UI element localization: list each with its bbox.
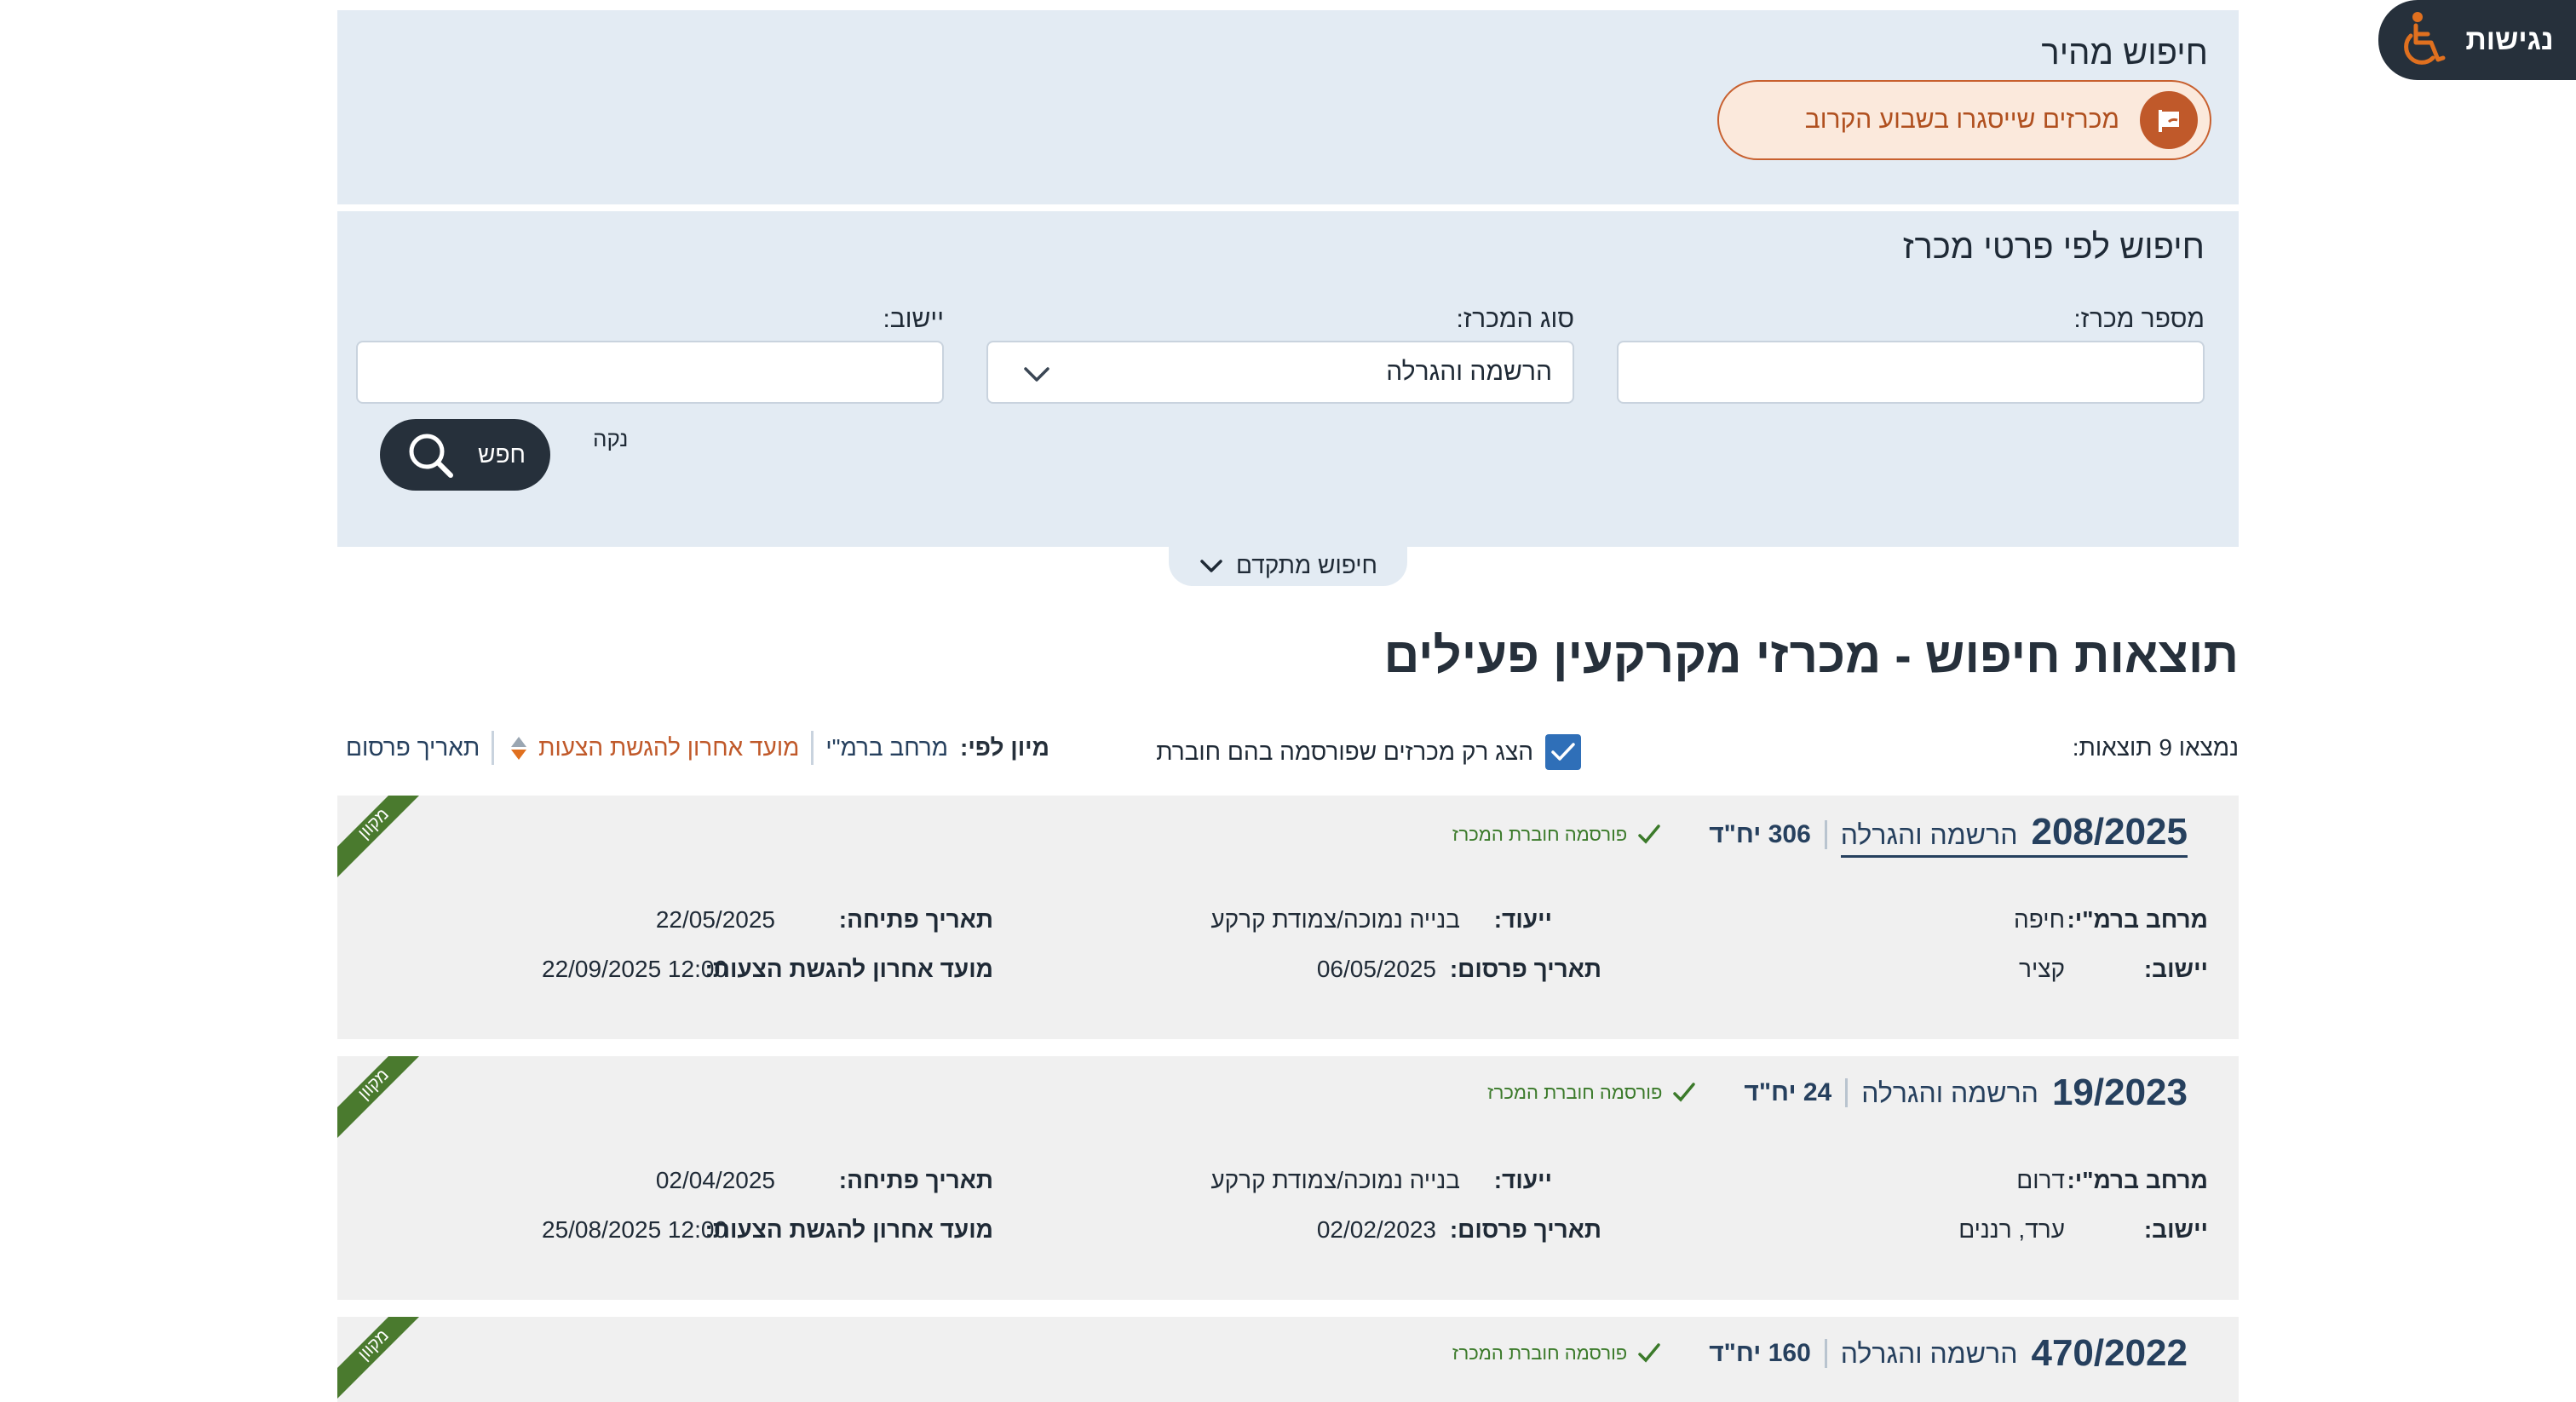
- megaphone-icon: [2159, 110, 2179, 132]
- sort-option-region[interactable]: מרחב ברמ"י: [825, 734, 948, 761]
- tender-card: מקוון 208/2025 הרשמה והגרלה 306 יח"ד פור…: [337, 796, 2239, 1039]
- results-title: תוצאות חיפוש - מכרזי מקרקעין פעילים: [1383, 628, 2239, 683]
- tender-card-header: 19/2023 הרשמה והגרלה 24 יח"ד פורסמה חובר…: [1487, 1072, 2188, 1114]
- tender-units: 160 יח"ד: [1709, 1339, 1827, 1368]
- settlement-value: ערד, רננים: [1958, 1216, 2065, 1243]
- accessibility-button[interactable]: נגישות: [2378, 0, 2576, 80]
- quick-search-panel: חיפוש מהיר מכרזים שייסגרו בשבוע הקרוב: [337, 10, 2239, 204]
- deadline-label: מועד אחרון להגשת הצעות:: [704, 956, 993, 982]
- results-count: נמצאו 9 תוצאות:: [2072, 734, 2239, 761]
- deadline-value: 12:00 25/08/2025: [542, 1216, 727, 1243]
- chevron-down-icon: [1024, 367, 1049, 382]
- tender-units: 24 יח"ד: [1744, 1078, 1849, 1107]
- settlement-label: יישוב:: [2143, 1216, 2208, 1243]
- tender-card: מקוון 19/2023 הרשמה והגרלה 24 יח"ד פורסמ…: [337, 1056, 2239, 1300]
- closing-soon-label: מכרזים שייסגרו בשבוע הקרוב: [1804, 106, 2119, 134]
- booklet-filter-checkbox[interactable]: הצג רק מכרזים שפורסמה בהם חוברת: [1156, 734, 1581, 770]
- checkmark-icon: [1638, 824, 1660, 844]
- tender-number[interactable]: 208/2025: [2031, 811, 2188, 853]
- detail-search-title: חיפוש לפי פרטי מכרז: [1902, 228, 2205, 266]
- checkmark-icon: [1638, 1343, 1660, 1363]
- tender-type-value: הרשמה והגרלה: [1386, 358, 1552, 386]
- tender-type-label: סוג המכרז:: [1456, 305, 1574, 333]
- purpose-value: בנייה נמוכה/צמודת קרקע: [1210, 906, 1460, 933]
- chevron-down-icon: [1200, 560, 1222, 572]
- open-date-label: תאריך פתיחה:: [838, 906, 993, 933]
- publish-date-value: 02/02/2023: [1316, 1216, 1436, 1243]
- detail-search-panel: חיפוש לפי פרטי מכרז מספר מכרז: סוג המכרז…: [337, 211, 2239, 547]
- search-button-label: חפש: [478, 441, 526, 468]
- tender-units: 306 יח"ד: [1709, 819, 1827, 849]
- purpose-label: ייעוד:: [1493, 906, 1552, 933]
- advanced-search-label: חיפוש מתקדם: [1236, 552, 1377, 578]
- open-date-label: תאריך פתיחה:: [838, 1167, 993, 1193]
- open-date-value: 22/05/2025: [655, 906, 775, 933]
- publish-date-value: 06/05/2025: [1316, 956, 1436, 982]
- settlement-value: קציר: [2018, 956, 2065, 982]
- settlement-label: יישוב:: [883, 305, 944, 333]
- tender-number[interactable]: 19/2023: [2052, 1072, 2188, 1114]
- tender-type[interactable]: הרשמה והגרלה: [1861, 1077, 2038, 1109]
- region-label: מרחב ברמ"י:: [2067, 1167, 2208, 1193]
- checkmark-icon: [1551, 743, 1575, 761]
- tender-type[interactable]: הרשמה והגרלה: [1841, 819, 2018, 851]
- published-booklet-badge: פורסמה חוברת המכרז: [1452, 1342, 1661, 1365]
- settlement-input[interactable]: [356, 341, 944, 404]
- region-label: מרחב ברמ"י:: [2067, 906, 2208, 933]
- tender-card: מקוון 470/2022 הרשמה והגרלה 160 יח"ד פור…: [337, 1317, 2239, 1402]
- checkmark-icon: [1673, 1083, 1696, 1102]
- deadline-value: 12:00 22/09/2025: [542, 956, 727, 982]
- quick-search-title: חיפוש מהיר: [2041, 34, 2208, 72]
- wheelchair-icon: [2404, 12, 2446, 65]
- online-ribbon: מקוון: [337, 796, 419, 877]
- sort-arrows-icon[interactable]: [511, 736, 527, 760]
- tender-type-select[interactable]: הרשמה והגרלה: [986, 341, 1574, 404]
- booklet-filter-label: הצג רק מכרזים שפורסמה בהם חוברת: [1156, 738, 1533, 765]
- tender-type[interactable]: הרשמה והגרלה: [1841, 1338, 2018, 1370]
- tender-card-header: 208/2025 הרשמה והגרלה 306 יח"ד פורסמה חו…: [1452, 811, 2188, 858]
- region-value: דרום: [2016, 1167, 2065, 1193]
- online-ribbon: מקוון: [337, 1056, 419, 1138]
- advanced-search-toggle[interactable]: חיפוש מתקדם: [1169, 545, 1407, 586]
- tender-link[interactable]: 208/2025 הרשמה והגרלה: [1840, 811, 2188, 858]
- deadline-label: מועד אחרון להגשת הצעות:: [704, 1216, 993, 1243]
- checkbox-checked[interactable]: [1545, 734, 1581, 770]
- closing-soon-button[interactable]: מכרזים שייסגרו בשבוע הקרוב: [1717, 80, 2211, 160]
- accessibility-label: נגישות: [2465, 23, 2554, 56]
- search-button[interactable]: חפש: [380, 419, 550, 491]
- divider: [811, 731, 814, 765]
- online-ribbon: מקוון: [337, 1317, 419, 1399]
- clear-button[interactable]: נקה: [593, 426, 628, 452]
- tender-number-input[interactable]: [1617, 341, 2205, 404]
- sort-option-publish-date[interactable]: תאריך פרסום: [346, 734, 480, 761]
- settlement-label: יישוב:: [2143, 956, 2208, 982]
- sort-label: מיון לפי:: [960, 734, 1049, 761]
- tender-card-header: 470/2022 הרשמה והגרלה 160 יח"ד פורסמה חו…: [1452, 1332, 2188, 1375]
- publish-date-label: תאריך פרסום:: [1449, 956, 1601, 982]
- purpose-value: בנייה נמוכה/צמודת קרקע: [1210, 1167, 1460, 1193]
- tender-number-label: מספר מכרז:: [2073, 305, 2205, 333]
- sort-bar: מיון לפי: מרחב ברמ"י מועד אחרון להגשת הצ…: [346, 731, 1049, 765]
- published-booklet-badge: פורסמה חוברת המכרז: [1487, 1082, 1696, 1104]
- open-date-value: 02/04/2025: [655, 1167, 775, 1193]
- published-booklet-badge: פורסמה חוברת המכרז: [1452, 824, 1661, 846]
- region-value: חיפה: [2014, 906, 2065, 933]
- search-icon: [409, 434, 454, 478]
- sort-option-deadline[interactable]: מועד אחרון להגשת הצעות: [538, 734, 799, 761]
- divider: [492, 731, 495, 765]
- publish-date-label: תאריך פרסום:: [1449, 1216, 1601, 1243]
- tender-number[interactable]: 470/2022: [2031, 1332, 2188, 1375]
- purpose-label: ייעוד:: [1493, 1167, 1552, 1193]
